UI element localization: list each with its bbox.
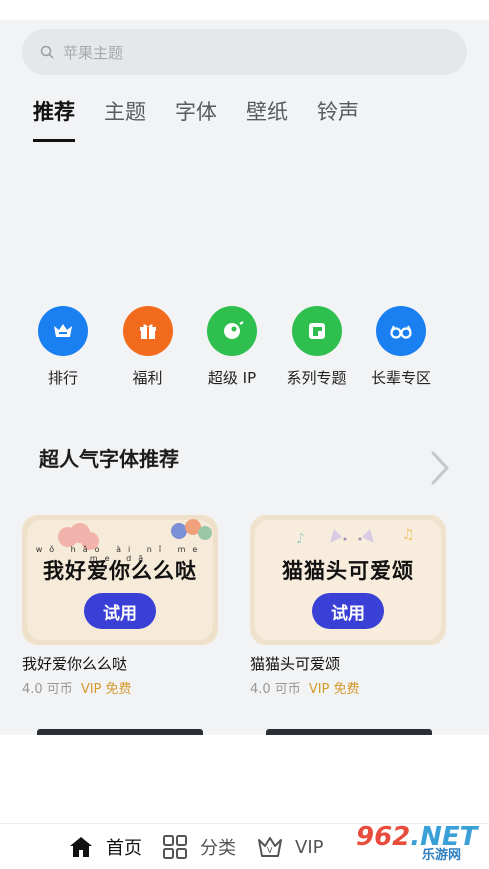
font-preview-text: 猫猫头可爱颂 bbox=[282, 558, 414, 583]
font-preview: ♪ ♫ 猫猫头可爱颂 试用 bbox=[250, 515, 446, 645]
font-preview-text: 我好爱你么么哒 bbox=[43, 558, 197, 583]
nav-home[interactable]: 首页 bbox=[68, 834, 142, 860]
svg-text:V: V bbox=[267, 846, 273, 855]
category-label: 福利 bbox=[132, 369, 163, 387]
grid-icon bbox=[163, 835, 187, 859]
search-placeholder: 苹果主题 bbox=[63, 43, 124, 62]
price-text: 4.0 可币 bbox=[22, 682, 73, 697]
category-label: 超级 IP bbox=[207, 369, 257, 387]
tab-fonts[interactable]: 字体 bbox=[175, 96, 217, 142]
category-ranking[interactable]: 排行 bbox=[22, 306, 104, 388]
next-card-peek bbox=[37, 729, 203, 735]
cat-decoration-icon: ♪ ♫ bbox=[296, 527, 415, 547]
price-text: 4.0 可币 bbox=[250, 682, 301, 697]
category-label: 排行 bbox=[47, 369, 78, 387]
vip-crown-icon: V bbox=[258, 837, 282, 857]
vip-free-badge: VIP 免费 bbox=[308, 682, 360, 697]
gift-icon bbox=[122, 306, 173, 356]
vip-free-badge: VIP 免费 bbox=[80, 682, 132, 697]
home-icon bbox=[70, 837, 92, 857]
nav-label: 分类 bbox=[200, 838, 236, 859]
svg-text:♫: ♫ bbox=[402, 527, 415, 543]
font-preview: wǒ hǎo ài nǐ me me dā 我好爱你么么哒 试用 bbox=[22, 515, 218, 645]
nav-category[interactable]: 分类 bbox=[162, 834, 236, 860]
try-button[interactable]: 试用 bbox=[84, 593, 156, 629]
font-price: 4.0 可币 VIP 免费 bbox=[250, 678, 446, 697]
series-icon bbox=[291, 306, 342, 356]
tab-recommend[interactable]: 推荐 bbox=[33, 96, 75, 142]
chevron-right-icon[interactable] bbox=[428, 449, 452, 487]
crown-icon bbox=[38, 306, 88, 356]
top-tabs: 推荐 主题 字体 壁纸 铃声 bbox=[33, 96, 388, 142]
category-super-ip[interactable]: 超级 IP bbox=[191, 306, 273, 388]
tab-wallpapers[interactable]: 壁纸 bbox=[246, 96, 288, 142]
glasses-icon bbox=[376, 306, 426, 356]
nav-vip[interactable]: V VIP bbox=[257, 834, 323, 860]
svg-text:♪: ♪ bbox=[296, 531, 305, 547]
font-name: 我好爱你么么哒 bbox=[22, 655, 128, 673]
status-bar-area bbox=[0, 0, 489, 20]
nav-label: 首页 bbox=[106, 838, 142, 859]
tab-ringtones[interactable]: 铃声 bbox=[317, 96, 359, 142]
category-welfare[interactable]: 福利 bbox=[107, 306, 189, 388]
section-title: 超人气字体推荐 bbox=[39, 447, 179, 471]
ip-icon bbox=[207, 306, 257, 356]
font-price: 4.0 可币 VIP 免费 bbox=[22, 678, 218, 697]
category-series[interactable]: 系列专题 bbox=[276, 306, 358, 388]
next-card-peek bbox=[266, 729, 432, 735]
try-button[interactable]: 试用 bbox=[312, 593, 384, 629]
search-icon bbox=[40, 45, 54, 59]
category-elder[interactable]: 长辈专区 bbox=[360, 306, 442, 388]
nav-label: VIP bbox=[295, 836, 324, 858]
watermark-logo: 962.NET 乐游网 bbox=[352, 822, 484, 863]
category-label: 系列专题 bbox=[286, 369, 347, 387]
search-bar[interactable]: 苹果主题 bbox=[22, 29, 467, 75]
tab-themes[interactable]: 主题 bbox=[104, 96, 146, 142]
font-card[interactable]: wǒ hǎo ài nǐ me me dā 我好爱你么么哒 试用 我好爱你么么哒… bbox=[22, 515, 218, 697]
category-row: 排行 福利 超级 IP 系列专题 长辈专区 bbox=[22, 306, 442, 388]
font-card[interactable]: ♪ ♫ 猫猫头可爱颂 试用 猫猫头可爱颂 4.0 可币 VIP 免费 bbox=[250, 515, 446, 697]
category-label: 长辈专区 bbox=[370, 369, 431, 387]
font-name: 猫猫头可爱颂 bbox=[250, 655, 341, 673]
